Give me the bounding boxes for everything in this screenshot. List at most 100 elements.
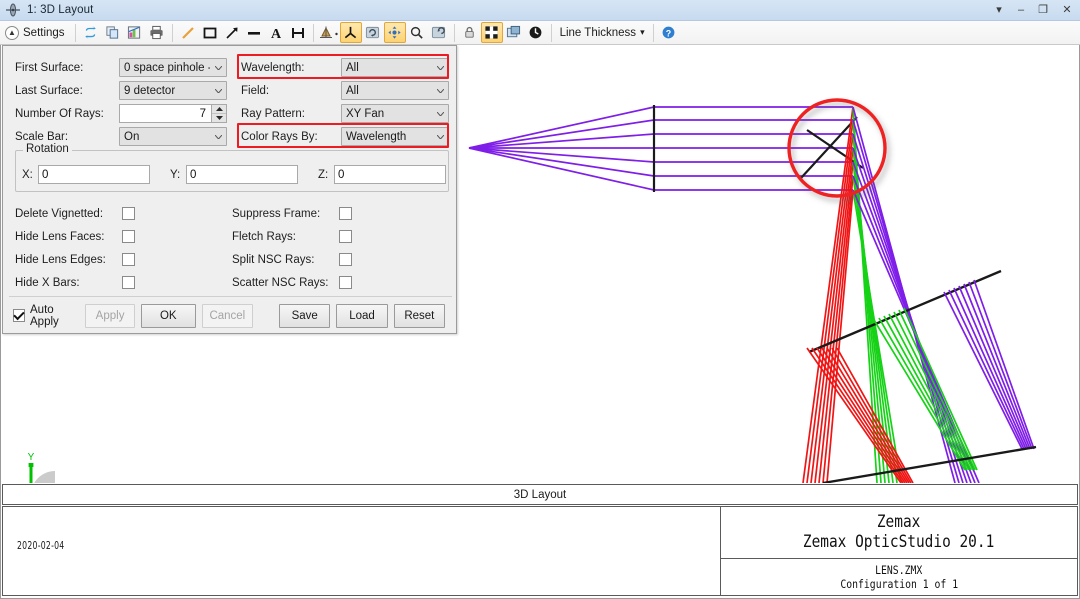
ok-button[interactable]: OK [141, 304, 196, 328]
refresh-icon[interactable] [80, 22, 102, 43]
annotation-icon[interactable] [318, 22, 340, 43]
footer-brand: Zemax Zemax OpticStudio 20.1 [721, 507, 1077, 559]
close-button[interactable]: ✕ [1054, 0, 1080, 21]
chevron-down-icon [215, 89, 222, 93]
hide-lens-faces-label: Hide Lens Faces: [15, 231, 122, 243]
last-surface-row: Last Surface: 9 detector [15, 79, 233, 102]
reset-button[interactable]: Reset [394, 304, 445, 328]
first-surface-combo[interactable]: 0 space pinhole - ( [119, 58, 227, 77]
delete-vignetted-label: Delete Vignetted: [15, 208, 122, 220]
hide-x-bars-checkbox[interactable] [122, 276, 135, 289]
hide-lens-edges-cell[interactable]: Hide Lens Edges: [15, 253, 232, 266]
hide-lens-edges-checkbox[interactable] [122, 253, 135, 266]
suppress-frame-cell[interactable]: Suppress Frame: [232, 207, 449, 220]
footer-left-panel: 2020-02-04 [3, 507, 721, 595]
zoom-icon[interactable] [406, 22, 428, 43]
chevron-down-icon [437, 135, 444, 139]
pencil-icon[interactable] [177, 22, 199, 43]
wavelength-combo[interactable]: All [341, 58, 449, 77]
hide-lens-faces-cell[interactable]: Hide Lens Faces: [15, 230, 232, 243]
footer-configuration: Configuration 1 of 1 [840, 577, 958, 591]
suppress-frame-checkbox[interactable] [339, 207, 352, 220]
scatter-nsc-rays-checkbox[interactable] [339, 276, 352, 289]
hide-x-bars-cell[interactable]: Hide X Bars: [15, 276, 232, 289]
focused-rays-short [944, 280, 1034, 449]
pan-icon[interactable] [384, 22, 406, 43]
dispersed-rays-long [803, 107, 853, 483]
copy-icon[interactable] [102, 22, 124, 43]
color-rays-by-row: Color Rays By: Wavelength [241, 125, 449, 148]
dispersed-rays-mid [853, 107, 901, 483]
auto-apply-checkbox[interactable] [13, 309, 25, 322]
stepper-down-icon[interactable] [212, 114, 226, 122]
field-value: All [346, 85, 359, 97]
scatter-nsc-rays-cell[interactable]: Scatter NSC Rays: [232, 276, 449, 289]
rotation-y-input[interactable]: 0 [186, 165, 298, 184]
split-nsc-rays-cell[interactable]: Split NSC Rays: [232, 253, 449, 266]
checkbox-row: Hide Lens Faces: Fletch Rays: [15, 225, 449, 248]
text-icon[interactable]: A [265, 22, 287, 43]
dimension-icon[interactable] [287, 22, 309, 43]
apply-button[interactable]: Apply [85, 304, 135, 328]
window-title: 1: 3D Layout [27, 4, 93, 16]
footer-brand-line2: Zemax OpticStudio 20.1 [803, 533, 994, 552]
footer-date: 2020-02-04 [17, 540, 64, 552]
maximize-button[interactable]: ❐ [1032, 0, 1054, 21]
ray-pattern-combo[interactable]: XY Fan [341, 104, 449, 123]
window-menu-button[interactable]: ▾ [988, 0, 1010, 21]
number-of-rays-value: 7 [200, 108, 206, 120]
chevron-down-icon [437, 89, 444, 93]
number-of-rays-input[interactable]: 7 [119, 104, 227, 123]
window-icon[interactable] [503, 22, 525, 43]
fletch-rays-checkbox[interactable] [339, 230, 352, 243]
toolbar-separator [172, 24, 173, 42]
color-rays-by-value: Wavelength [346, 131, 406, 143]
field-row: Field: All [241, 79, 449, 102]
color-rays-by-combo[interactable]: Wavelength [341, 127, 449, 146]
chevron-down-icon [437, 112, 444, 116]
axis-y-label: Y [28, 452, 35, 463]
delete-vignetted-checkbox[interactable] [122, 207, 135, 220]
reset-icon[interactable] [525, 22, 547, 43]
rotate-view-icon[interactable] [362, 22, 384, 43]
rotation-z-input[interactable]: 0 [334, 165, 446, 184]
plot-title: 3D Layout [514, 489, 566, 501]
delete-vignetted-cell[interactable]: Delete Vignetted: [15, 207, 232, 220]
rotation-y-value: 0 [190, 169, 196, 181]
hide-lens-faces-checkbox[interactable] [122, 230, 135, 243]
print-icon[interactable] [146, 22, 168, 43]
rotation-x-value: 0 [42, 169, 48, 181]
stepper-up-icon[interactable] [212, 105, 226, 114]
split-nsc-rays-checkbox[interactable] [339, 253, 352, 266]
rotation-x-input[interactable]: 0 [38, 165, 150, 184]
save-icon[interactable] [124, 22, 146, 43]
rectangle-icon[interactable] [199, 22, 221, 43]
fletch-rays-cell[interactable]: Fletch Rays: [232, 230, 449, 243]
help-icon[interactable]: ? [658, 22, 680, 43]
scale-bar-combo[interactable]: On [119, 127, 227, 146]
field-combo[interactable]: All [341, 81, 449, 100]
arrow-icon[interactable] [221, 22, 243, 43]
line-thickness-dropdown[interactable]: Line Thickness ▾ [556, 27, 649, 39]
save-button[interactable]: Save [279, 304, 330, 328]
settings-toggle-button[interactable]: ▲ Settings [2, 22, 71, 44]
auto-apply-toggle[interactable]: Auto Apply [13, 304, 77, 328]
rotation-y-row: Y: 0 [170, 165, 298, 184]
number-of-rays-stepper[interactable] [211, 105, 226, 122]
last-surface-combo[interactable]: 9 detector [119, 81, 227, 100]
axis-3d-icon[interactable] [340, 22, 362, 43]
cancel-button[interactable]: Cancel [202, 304, 253, 328]
fit-window-icon[interactable] [481, 22, 503, 43]
toolbar-separator [551, 24, 552, 42]
hide-lens-edges-label: Hide Lens Edges: [15, 254, 122, 266]
minimize-button[interactable]: – [1010, 0, 1032, 21]
load-button[interactable]: Load [336, 304, 387, 328]
lock-icon[interactable] [459, 22, 481, 43]
field-label: Field: [241, 85, 341, 97]
undo-view-icon[interactable] [428, 22, 450, 43]
options-checkbox-grid: Delete Vignetted: Suppress Frame: Hide L… [15, 202, 449, 294]
ray-pattern-label: Ray Pattern: [241, 108, 341, 120]
thick-line-icon[interactable] [243, 22, 265, 43]
rotation-x-label: X: [22, 169, 38, 181]
chevron-down-icon: ▾ [640, 27, 645, 38]
